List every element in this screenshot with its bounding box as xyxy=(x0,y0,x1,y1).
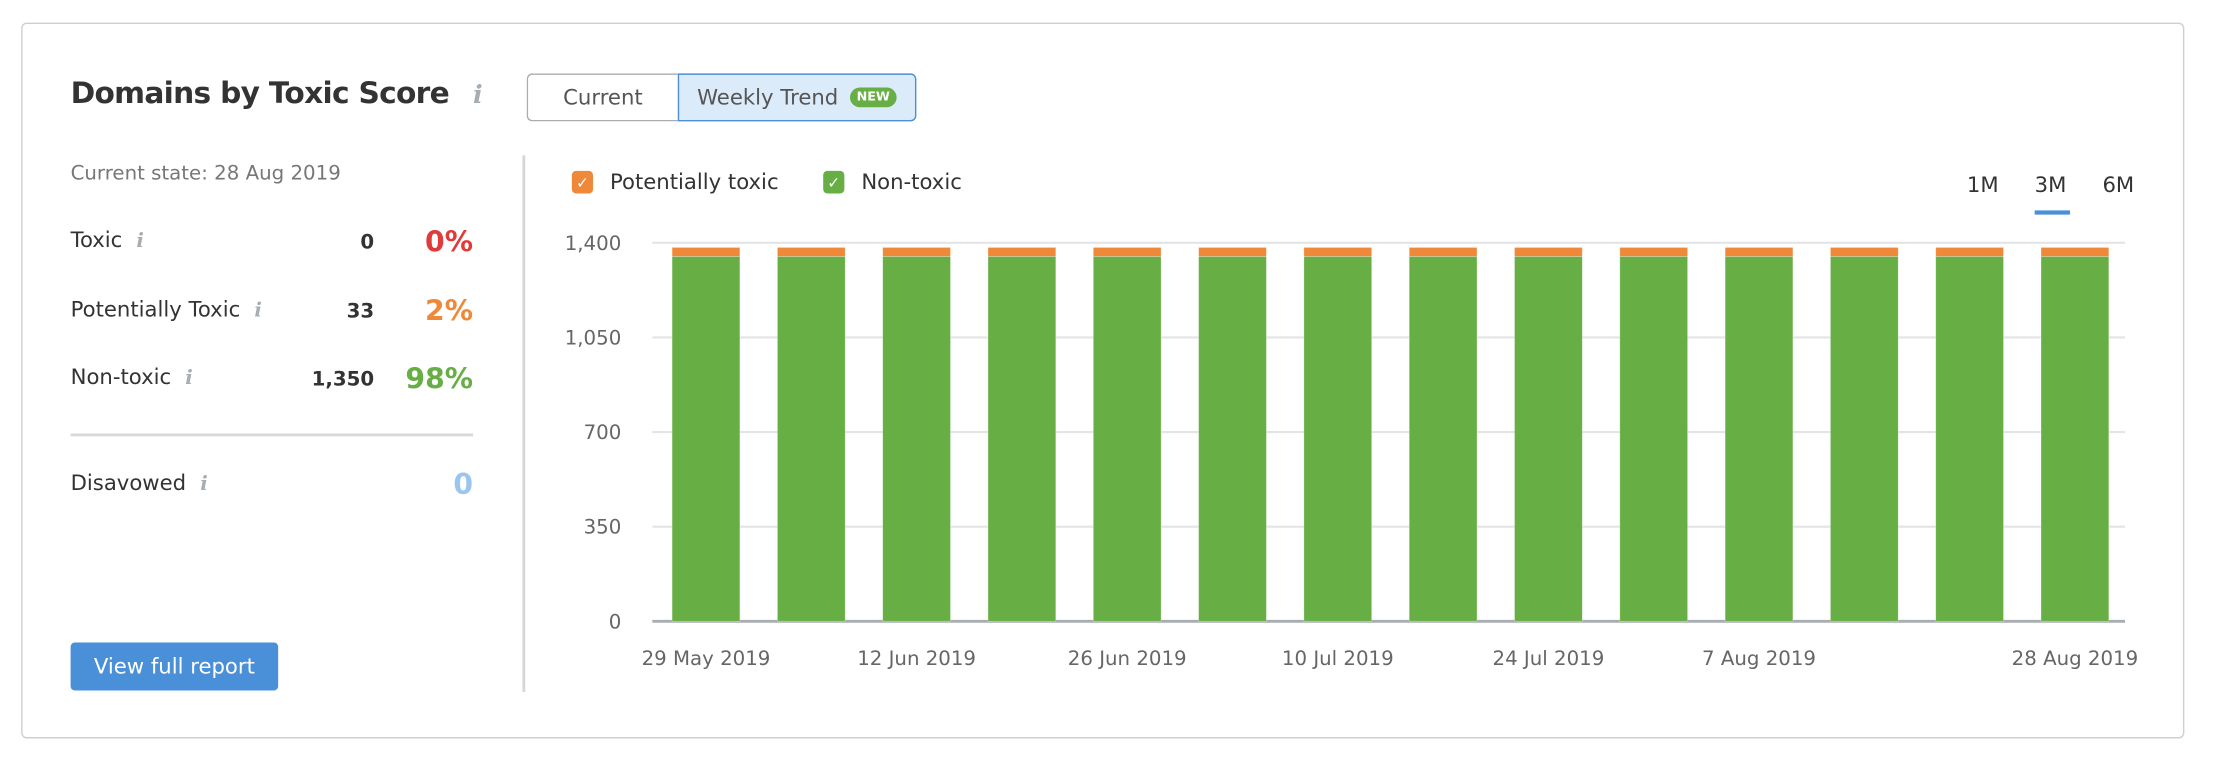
x-tick-label: 12 Jun 2019 xyxy=(857,647,976,670)
stacked-bar-chart: 0 350 700 1,050 1,400 29 May 2019 12 Jun 2019 2… xyxy=(565,232,2139,670)
y-tick-label: 0 xyxy=(609,610,622,633)
bar-potentially-toxic xyxy=(882,247,951,257)
bar-non-toxic xyxy=(1830,256,1899,622)
bar-potentially-toxic xyxy=(987,247,1057,257)
bar-non-toxic xyxy=(1198,256,1267,622)
bar-potentially-toxic xyxy=(1514,247,1583,257)
bar-non-toxic xyxy=(1619,256,1688,622)
bar-non-toxic xyxy=(1935,256,2004,622)
bar-non-toxic xyxy=(671,256,741,622)
bar-non-toxic xyxy=(987,256,1057,622)
bar-potentially-toxic xyxy=(1619,247,1688,257)
bar-non-toxic xyxy=(1303,256,1373,622)
bar-potentially-toxic xyxy=(671,247,741,257)
bar-potentially-toxic xyxy=(1092,247,1162,257)
y-tick-label: 1,400 xyxy=(565,232,622,255)
bar-potentially-toxic xyxy=(1830,247,1899,257)
x-tick-label: 7 Aug 2019 xyxy=(1702,647,1816,670)
bar-non-toxic xyxy=(777,256,846,622)
bar-non-toxic xyxy=(1724,256,1794,622)
bar-non-toxic xyxy=(1514,256,1583,622)
bar-non-toxic xyxy=(882,256,951,622)
bar-potentially-toxic xyxy=(777,247,846,257)
x-tick-label: 10 Jul 2019 xyxy=(1282,647,1394,670)
bar-potentially-toxic xyxy=(2040,247,2110,257)
x-tick-label: 24 Jul 2019 xyxy=(1493,647,1605,670)
bar-potentially-toxic xyxy=(1935,247,2004,257)
x-tick-label: 26 Jun 2019 xyxy=(1068,647,1187,670)
y-tick-label: 700 xyxy=(584,421,622,444)
y-tick-label: 350 xyxy=(584,516,622,539)
x-tick-label: 29 May 2019 xyxy=(642,647,771,670)
bar-potentially-toxic xyxy=(1198,247,1267,257)
bar-non-toxic xyxy=(1408,256,1478,622)
bar-potentially-toxic xyxy=(1408,247,1478,257)
bar-non-toxic xyxy=(1092,256,1162,622)
bar-potentially-toxic xyxy=(1303,247,1373,257)
y-tick-label: 1,050 xyxy=(565,327,622,350)
bar-non-toxic xyxy=(2040,256,2110,622)
x-tick-label: 28 Aug 2019 xyxy=(2012,647,2139,670)
bar-potentially-toxic xyxy=(1724,247,1794,257)
